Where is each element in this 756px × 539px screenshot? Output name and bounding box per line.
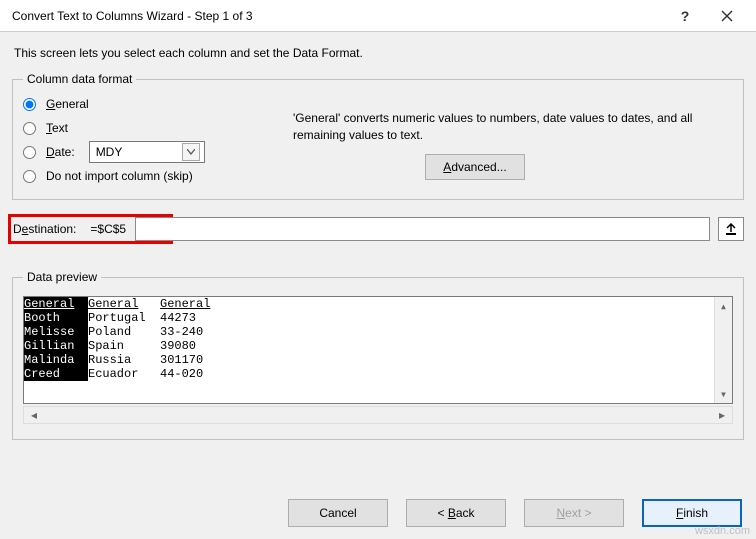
preview-header-row: General General General <box>24 297 259 311</box>
watermark: wsxdn.com <box>695 525 750 537</box>
finish-button[interactable]: Finish <box>642 499 742 527</box>
radio-general-label[interactable]: General <box>46 97 89 111</box>
collapse-dialog-icon <box>725 223 737 235</box>
destination-label: Destination: <box>13 222 76 236</box>
preview-header[interactable]: General <box>24 297 88 311</box>
preview-cell: Melisse <box>24 325 88 339</box>
preview-cell: Russia <box>88 353 160 367</box>
preview-cell: Gillian <box>24 339 88 353</box>
close-icon <box>721 10 733 22</box>
scroll-down-icon: ▾ <box>715 385 732 403</box>
preview-header[interactable]: General <box>160 297 259 311</box>
radio-skip-label[interactable]: Do not import column (skip) <box>46 169 193 183</box>
dialog-content: This screen lets you select each column … <box>0 32 756 539</box>
preview-cell: 44273 <box>160 311 259 325</box>
format-hint: 'General' converts numeric values to num… <box>293 110 733 144</box>
scroll-up-icon: ▴ <box>715 297 732 315</box>
preview-cell: 301170 <box>160 353 259 367</box>
close-button[interactable] <box>706 1 748 31</box>
radio-date[interactable] <box>23 146 36 159</box>
preview-box[interactable]: General General General Booth Portugal 4… <box>23 296 733 404</box>
radio-text-label[interactable]: Text <box>46 121 68 135</box>
range-picker-button[interactable] <box>718 217 744 241</box>
back-button[interactable]: < Back <box>406 499 506 527</box>
titlebar: Convert Text to Columns Wizard - Step 1 … <box>0 0 756 32</box>
preview-cell: Spain <box>88 339 160 353</box>
column-data-format-legend: Column data format <box>23 72 136 86</box>
radio-skip[interactable] <box>23 170 36 183</box>
table-row: Melisse Poland 33-240 <box>24 325 259 339</box>
column-data-format-group: Column data format General Text Date: MD… <box>12 72 744 200</box>
radio-date-label[interactable]: Date: <box>46 145 75 159</box>
preview-cell: Booth <box>24 311 88 325</box>
preview-cell: 44-020 <box>160 367 259 381</box>
preview-cell: Portugal <box>88 311 160 325</box>
preview-vertical-scrollbar[interactable]: ▴ ▾ <box>714 297 732 403</box>
preview-cell: 39080 <box>160 339 259 353</box>
preview-cell: Creed <box>24 367 88 381</box>
cancel-button[interactable]: Cancel <box>288 499 388 527</box>
radio-text[interactable] <box>23 122 36 135</box>
date-format-select[interactable]: MDY <box>89 141 205 163</box>
destination-value: =$C$5 <box>84 222 126 236</box>
format-radios: General Text Date: MDY <box>23 92 253 188</box>
radio-general[interactable] <box>23 98 36 111</box>
table-row: Creed Ecuador 44-020 <box>24 367 259 381</box>
preview-horizontal-scrollbar[interactable]: ◂ ▸ <box>23 406 733 424</box>
preview-cell: 33-240 <box>160 325 259 339</box>
destination-row: Destination: =$C$5 <box>8 214 744 244</box>
table-row: Malinda Russia 301170 <box>24 353 259 367</box>
chevron-down-icon <box>182 143 200 161</box>
preview-cell: Ecuador <box>88 367 160 381</box>
date-format-value: MDY <box>96 145 123 159</box>
scroll-right-icon: ▸ <box>714 408 730 422</box>
scroll-left-icon: ◂ <box>26 408 42 422</box>
preview-header[interactable]: General <box>88 297 160 311</box>
data-preview-group: Data preview General General General Boo… <box>12 270 744 440</box>
button-bar: Cancel < Back Next > Finish <box>288 499 742 527</box>
next-button: Next > <box>524 499 624 527</box>
table-row: Booth Portugal 44273 <box>24 311 259 325</box>
step-description: This screen lets you select each column … <box>14 46 744 60</box>
advanced-button[interactable]: Advanced... <box>425 154 525 180</box>
table-row: Gillian Spain 39080 <box>24 339 259 353</box>
window-title: Convert Text to Columns Wizard - Step 1 … <box>12 9 664 23</box>
preview-table: General General General Booth Portugal 4… <box>24 297 259 381</box>
preview-cell: Malinda <box>24 353 88 367</box>
data-preview-legend: Data preview <box>23 270 101 284</box>
help-button[interactable]: ? <box>664 1 706 31</box>
destination-input[interactable] <box>135 217 710 241</box>
preview-cell: Poland <box>88 325 160 339</box>
